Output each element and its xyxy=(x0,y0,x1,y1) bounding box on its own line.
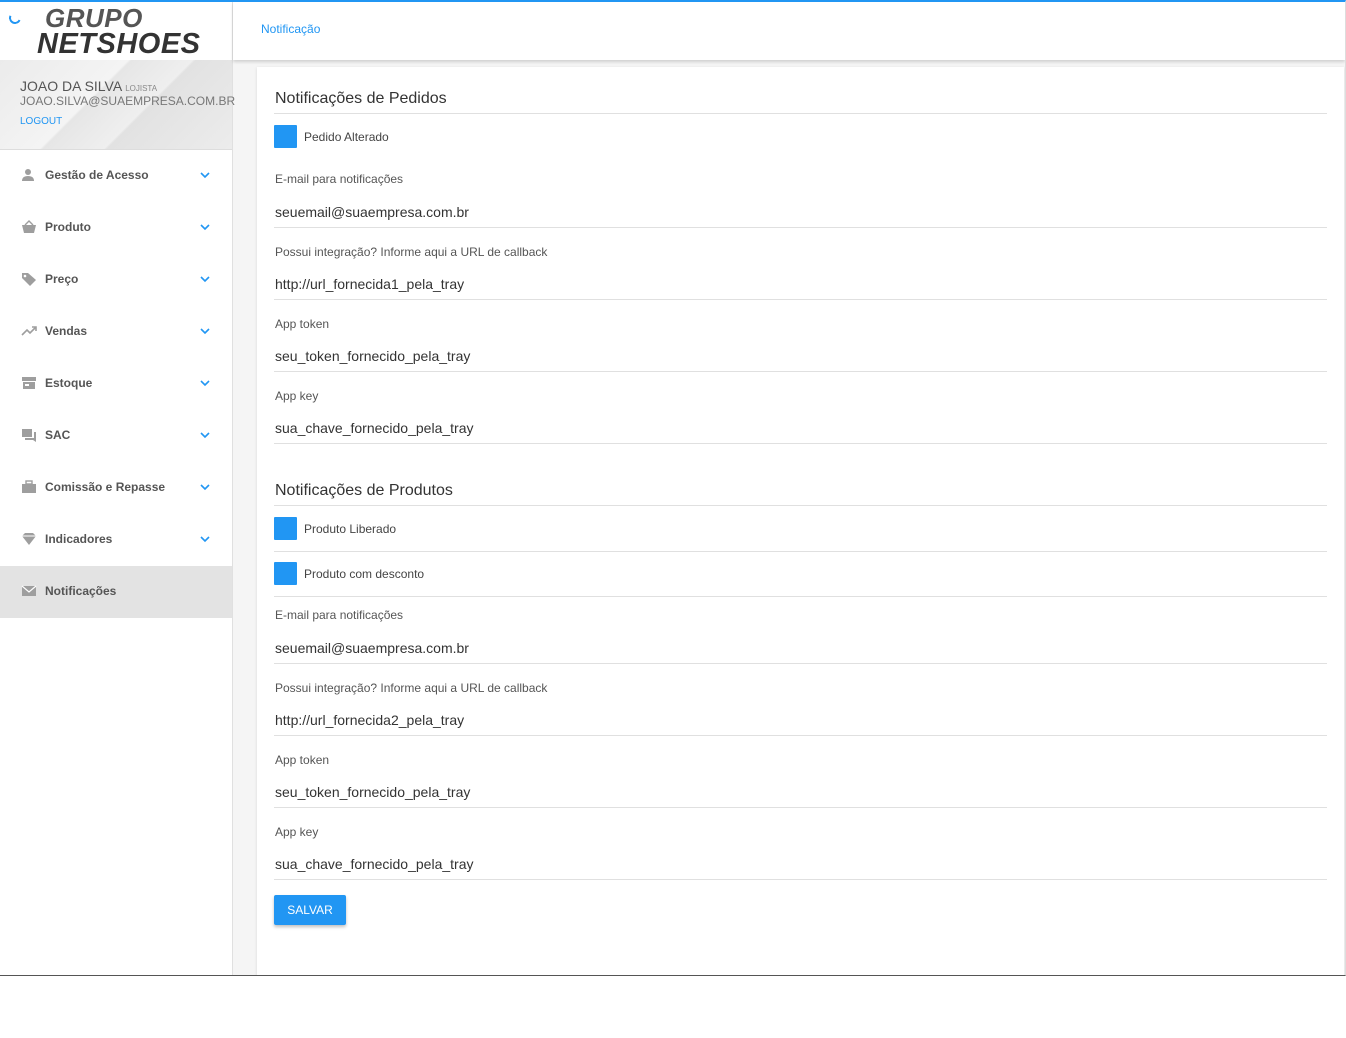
sidebar-item-label: Produto xyxy=(45,220,91,234)
pedidos-token-label: App token xyxy=(275,317,330,331)
user-email: JOAO.SILVA@SUAEMPRESA.COM.BR xyxy=(20,94,236,108)
produto-liberado-checkbox[interactable] xyxy=(274,517,297,540)
produtos-token-label: App token xyxy=(275,753,330,767)
divider xyxy=(274,113,1327,114)
sidebar-item-gestao-de-acesso[interactable]: Gestão de Acesso xyxy=(0,150,232,202)
sidebar-item-label: SAC xyxy=(45,428,71,442)
sidebar-item-indicadores[interactable]: Indicadores xyxy=(0,514,232,566)
logo-text-netshoes: NETSHOES xyxy=(37,28,201,60)
pedidos-key-label: App key xyxy=(275,389,319,403)
produtos-key-label: App key xyxy=(275,825,319,839)
basket-icon xyxy=(21,220,37,234)
produtos-callback-field[interactable] xyxy=(274,704,1327,736)
briefcase-icon xyxy=(21,480,37,494)
pedidos-email-field[interactable] xyxy=(274,196,1327,228)
loading-spinner-icon xyxy=(7,10,23,26)
chevron-down-icon[interactable] xyxy=(199,480,211,492)
top-bar: Notificação xyxy=(233,2,1345,60)
produtos-email-field[interactable] xyxy=(274,632,1327,664)
pedidos-callback-field[interactable] xyxy=(274,268,1327,300)
logout-link[interactable]: LOGOUT xyxy=(20,116,62,127)
trending-up-icon xyxy=(21,324,37,338)
produtos-section-title: Notificações de Produtos xyxy=(275,482,453,499)
pedidos-token-field[interactable] xyxy=(274,340,1327,372)
pedido-alterado-label: Pedido Alterado xyxy=(304,130,389,144)
produto-com-desconto-checkbox[interactable] xyxy=(274,562,297,585)
produto-com-desconto-label: Produto com desconto xyxy=(304,567,425,581)
warehouse-icon xyxy=(21,376,37,390)
sidebar-item-notificacoes[interactable]: Notificações xyxy=(0,566,232,618)
notifications-form: Notificações de Pedidos Pedido Alterado … xyxy=(257,67,1344,975)
pedidos-section-title: Notificações de Pedidos xyxy=(275,90,447,107)
produtos-callback-label: Possui integração? Informe aqui a URL de… xyxy=(275,681,548,695)
sidebar: GRUPO NETSHOES JOAO DA SILVA LOJISTA JOAO… xyxy=(0,2,236,975)
chevron-down-icon[interactable] xyxy=(199,272,211,284)
person-icon xyxy=(21,168,37,182)
sidebar-item-produto[interactable]: Produto xyxy=(0,202,232,254)
chevron-down-icon[interactable] xyxy=(199,376,211,388)
sidebar-item-label: Indicadores xyxy=(45,532,113,546)
divider xyxy=(274,551,1327,552)
pedidos-callback-label: Possui integração? Informe aqui a URL de… xyxy=(275,245,548,259)
user-name: JOAO DA SILVA LOJISTA xyxy=(20,78,157,94)
chevron-down-icon[interactable] xyxy=(199,168,211,180)
sidebar-nav: Gestão de Acesso Produto Preço Vendas Es xyxy=(0,150,232,618)
sidebar-item-vendas[interactable]: Vendas xyxy=(0,306,232,358)
chevron-down-icon[interactable] xyxy=(199,324,211,336)
sidebar-item-preco[interactable]: Preço xyxy=(0,254,232,306)
sidebar-item-label: Notificações xyxy=(45,584,117,598)
logo-area: GRUPO NETSHOES xyxy=(0,2,232,60)
chevron-down-icon[interactable] xyxy=(199,532,211,544)
breadcrumb[interactable]: Notificação xyxy=(261,22,320,36)
pedidos-email-label: E-mail para notificações xyxy=(275,172,404,186)
sidebar-item-comissao-e-repasse[interactable]: Comissão e Repasse xyxy=(0,462,232,514)
divider xyxy=(274,596,1327,597)
user-role: LOJISTA xyxy=(125,84,158,93)
produto-liberado-label: Produto Liberado xyxy=(304,522,397,536)
user-panel: JOAO DA SILVA LOJISTA JOAO.SILVA@SUAEMPRE… xyxy=(0,60,236,150)
sidebar-item-label: Preço xyxy=(45,272,79,286)
sidebar-item-label: Gestão de Acesso xyxy=(45,168,149,182)
sidebar-item-label: Comissão e Repasse xyxy=(45,480,166,494)
diamond-icon xyxy=(21,532,37,546)
produtos-token-field[interactable] xyxy=(274,776,1327,808)
chevron-down-icon[interactable] xyxy=(199,220,211,232)
sidebar-item-label: Vendas xyxy=(45,324,88,338)
pedidos-key-field[interactable] xyxy=(274,412,1327,444)
produtos-email-label: E-mail para notificações xyxy=(275,608,404,622)
app-window: GRUPO NETSHOES JOAO DA SILVA LOJISTA JOAO… xyxy=(0,0,1346,976)
save-button[interactable]: SALVAR xyxy=(274,895,346,925)
sidebar-item-label: Estoque xyxy=(45,376,93,390)
produtos-key-field[interactable] xyxy=(274,848,1327,880)
pedido-alterado-checkbox[interactable] xyxy=(274,125,297,148)
sidebar-item-estoque[interactable]: Estoque xyxy=(0,358,232,410)
chevron-down-icon[interactable] xyxy=(199,428,211,440)
divider xyxy=(274,505,1327,506)
tag-icon xyxy=(21,272,37,286)
user-name-text: JOAO DA SILVA xyxy=(20,78,123,94)
chat-icon xyxy=(21,428,37,442)
sidebar-item-sac[interactable]: SAC xyxy=(0,410,232,462)
mail-icon xyxy=(21,584,37,598)
